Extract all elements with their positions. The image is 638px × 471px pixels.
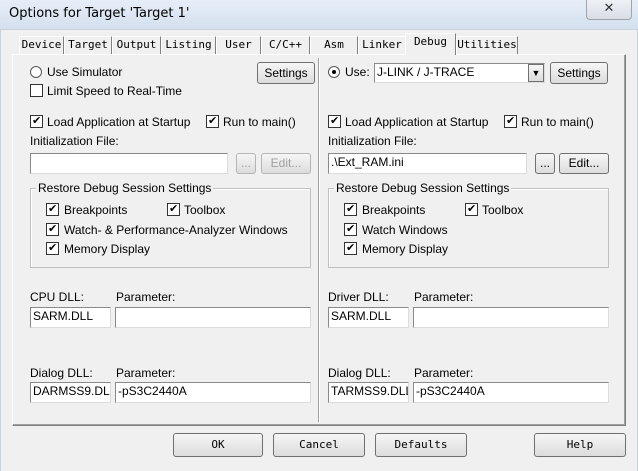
right-memory-checkbox[interactable] — [344, 241, 357, 255]
driver-select-value: J-LINK / J-TRACE — [377, 65, 475, 79]
left-init-file-input[interactable] — [30, 153, 228, 174]
right-memory-label: Memory Display — [362, 242, 449, 256]
driver-dll-input[interactable]: SARM.DLL — [328, 307, 409, 328]
limit-speed-checkbox[interactable] — [30, 84, 43, 97]
driver-settings-button[interactable]: Settings — [550, 62, 608, 84]
tab-output[interactable]: Output — [112, 36, 161, 54]
right-run-to-main-checkbox[interactable] — [504, 114, 517, 128]
use-driver-radio[interactable] — [328, 66, 340, 78]
left-restore-title: Restore Debug Session Settings — [36, 181, 214, 195]
tab-device[interactable]: Device — [19, 36, 64, 54]
right-dialog-param-label: Parameter: — [414, 366, 474, 380]
left-run-to-main-checkbox[interactable] — [206, 114, 219, 128]
simulator-settings-button[interactable]: Settings — [257, 62, 315, 84]
chevron-down-icon[interactable]: ▼ — [528, 64, 544, 82]
right-restore-title: Restore Debug Session Settings — [334, 181, 512, 195]
tab-cc[interactable]: C/C++ — [261, 36, 310, 54]
left-dialog-param-label: Parameter: — [116, 366, 176, 380]
right-init-file-input[interactable]: .\Ext_RAM.ini — [328, 153, 527, 174]
left-breakpoints-label: Breakpoints — [64, 203, 128, 217]
right-watch-label: Watch Windows — [362, 223, 448, 237]
use-driver-label: Use: — [345, 65, 370, 79]
left-memory-label: Memory Display — [64, 242, 151, 256]
right-load-app-checkbox[interactable] — [328, 114, 341, 128]
left-toolbox-checkbox[interactable] — [167, 202, 180, 216]
left-load-app-checkbox[interactable] — [30, 114, 43, 128]
right-watch-checkbox[interactable] — [344, 222, 357, 236]
use-simulator-label: Use Simulator — [47, 65, 123, 79]
left-watch-label: Watch- & Performance-Analyzer Windows — [64, 223, 288, 237]
window-title: Options for Target 'Target 1' — [9, 6, 190, 21]
panel-divider — [318, 58, 320, 422]
left-memory-checkbox[interactable] — [46, 241, 59, 255]
cpu-dll-label: CPU DLL: — [30, 290, 85, 304]
left-run-to-main-label: Run to main() — [223, 115, 296, 129]
tab-target[interactable]: Target — [64, 36, 112, 54]
right-toolbox-label: Toolbox — [482, 203, 524, 217]
cpu-param-label: Parameter: — [116, 290, 176, 304]
tab-debug[interactable]: Debug — [405, 33, 456, 55]
left-dialog-dll-label: Dialog DLL: — [30, 366, 93, 380]
right-breakpoints-label: Breakpoints — [362, 203, 426, 217]
limit-speed-label: Limit Speed to Real-Time — [47, 84, 182, 98]
right-init-file-label: Initialization File: — [328, 134, 417, 148]
left-edit-button[interactable]: Edit... — [261, 153, 311, 174]
defaults-button[interactable]: Defaults — [375, 433, 467, 457]
right-dialog-param-input[interactable]: -pS3C2440A — [413, 382, 609, 403]
driver-param-input[interactable] — [413, 307, 609, 328]
right-load-app-label: Load Application at Startup — [345, 115, 489, 129]
use-simulator-radio[interactable] — [30, 66, 42, 78]
right-breakpoints-checkbox[interactable] — [344, 202, 357, 216]
left-browse-button[interactable]: ... — [236, 153, 256, 174]
left-toolbox-label: Toolbox — [184, 203, 226, 217]
left-dialog-dll-input[interactable]: DARMSS9.DLL — [30, 382, 111, 403]
tab-user[interactable]: User — [216, 36, 261, 54]
tab-asm[interactable]: Asm — [310, 36, 358, 54]
right-toolbox-checkbox[interactable] — [465, 202, 478, 216]
left-load-app-label: Load Application at Startup — [47, 115, 191, 129]
cpu-param-input[interactable] — [115, 307, 311, 328]
right-browse-button[interactable]: ... — [535, 153, 555, 174]
driver-param-label: Parameter: — [414, 290, 474, 304]
help-button[interactable]: Help — [534, 433, 626, 457]
tab-listing[interactable]: Listing — [161, 36, 216, 54]
left-dialog-param-input[interactable]: -pS3C2440A — [115, 382, 311, 403]
driver-dll-label: Driver DLL: — [328, 290, 389, 304]
cancel-button[interactable]: Cancel — [273, 433, 365, 457]
ok-button[interactable]: OK — [173, 433, 263, 457]
left-breakpoints-checkbox[interactable] — [46, 202, 59, 216]
tab-linker[interactable]: Linker — [358, 36, 406, 54]
left-watch-checkbox[interactable] — [46, 222, 59, 236]
right-dialog-dll-input[interactable]: TARMSS9.DLL — [328, 382, 409, 403]
left-init-file-label: Initialization File: — [30, 134, 119, 148]
cpu-dll-input[interactable]: SARM.DLL — [30, 307, 111, 328]
right-dialog-dll-label: Dialog DLL: — [328, 366, 391, 380]
right-edit-button[interactable]: Edit... — [559, 153, 609, 174]
tab-utilities[interactable]: Utilities — [456, 36, 518, 54]
driver-select[interactable]: J-LINK / J-TRACE — [374, 63, 545, 83]
close-icon[interactable]: ✕ — [586, 0, 632, 20]
right-run-to-main-label: Run to main() — [521, 115, 594, 129]
